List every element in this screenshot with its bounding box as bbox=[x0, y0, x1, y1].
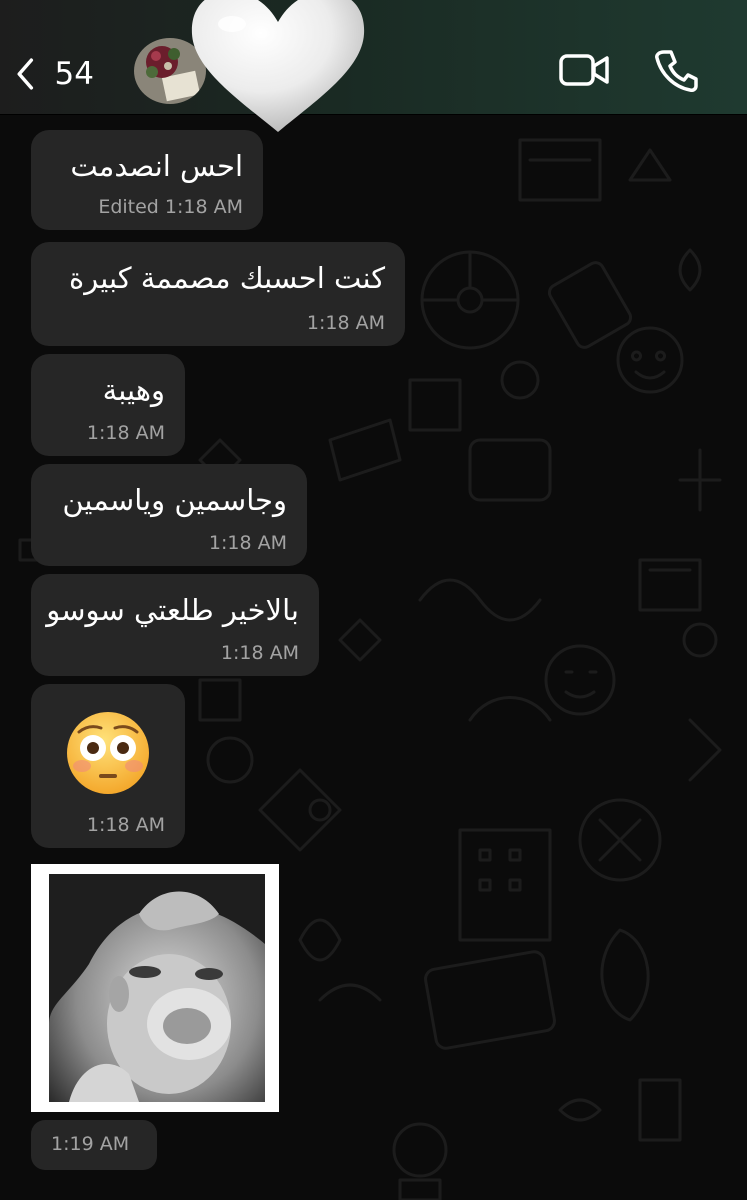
message-time: Edited 1:18 AM bbox=[98, 196, 243, 218]
message-bubble[interactable]: بالاخير طلعتي سوسو 1:18 AM bbox=[31, 574, 319, 676]
unread-count: 54 bbox=[54, 56, 94, 92]
message-bubble[interactable]: احس انصدمت Edited 1:18 AM bbox=[31, 130, 263, 230]
message-time: 1:19 AM bbox=[51, 1133, 130, 1155]
message-text: احس انصدمت bbox=[70, 149, 243, 183]
white-heart-sticker bbox=[191, 0, 365, 132]
chevron-left-icon bbox=[17, 58, 34, 90]
message-time: 1:18 AM bbox=[220, 642, 299, 664]
message-bubble[interactable]: وهيبة 1:18 AM bbox=[31, 354, 185, 456]
chat-header: 54 bbox=[0, 0, 747, 132]
message-text: بالاخير طلعتي سوسو bbox=[46, 593, 299, 627]
flushed-face-emoji bbox=[67, 712, 149, 794]
message-text: وجاسمين وياسمين bbox=[62, 483, 287, 517]
video-camera-icon bbox=[559, 54, 609, 86]
monkey-photo bbox=[49, 874, 265, 1102]
photo-time-pill: 1:19 AM bbox=[31, 1120, 157, 1170]
message-text: كنت احسبك مصممة كبيرة bbox=[69, 261, 385, 295]
message-text: وهيبة bbox=[102, 373, 165, 407]
video-call-button[interactable] bbox=[558, 50, 610, 90]
voice-call-button[interactable] bbox=[654, 48, 698, 92]
emoji-message-bubble[interactable]: 1:18 AM bbox=[31, 684, 185, 848]
message-time: 1:18 AM bbox=[86, 422, 165, 444]
message-time: 1:18 AM bbox=[306, 312, 385, 334]
message-bubble[interactable]: وجاسمين وياسمين 1:18 AM bbox=[31, 464, 307, 566]
photo-message[interactable] bbox=[31, 864, 279, 1112]
message-bubble[interactable]: كنت احسبك مصممة كبيرة 1:18 AM bbox=[31, 242, 405, 346]
message-time: 1:18 AM bbox=[86, 814, 165, 836]
message-time: 1:18 AM bbox=[208, 532, 287, 554]
phone-icon bbox=[655, 50, 698, 92]
back-button[interactable]: 54 bbox=[14, 52, 94, 96]
